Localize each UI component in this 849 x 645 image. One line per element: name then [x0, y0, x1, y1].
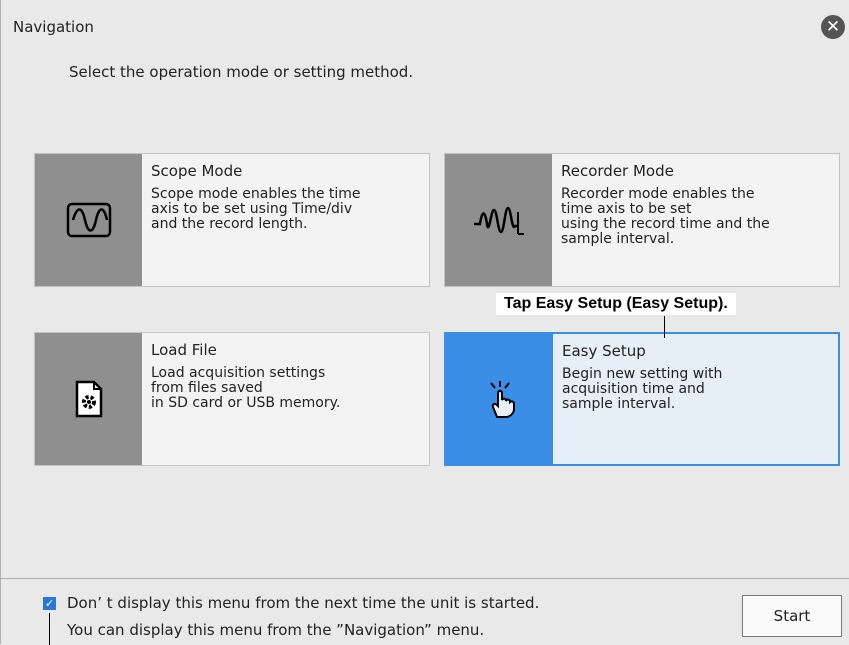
scope-mode-card[interactable]: Scope Mode Scope mode enables the time a…	[34, 153, 430, 287]
sine-wave-icon	[66, 202, 111, 238]
easy-setup-card[interactable]: Easy Setup Begin new setting with acquis…	[444, 332, 840, 466]
easy-setup-callout: Tap Easy Setup (Easy Setup).	[496, 293, 736, 315]
load-file-icon-panel	[35, 333, 142, 465]
easy-setup-title: Easy Setup	[562, 342, 646, 360]
settings-file-icon	[75, 380, 102, 418]
recorder-mode-icon-panel	[445, 154, 552, 286]
dont-display-checkbox[interactable]: ✓	[43, 597, 56, 610]
load-file-card[interactable]: Load File Load acquisition settings from…	[34, 332, 430, 466]
callout-leader-line	[664, 316, 665, 338]
scope-mode-description: Scope mode enables the time axis to be s…	[151, 186, 361, 232]
recorder-mode-title: Recorder Mode	[561, 162, 674, 180]
waveform-recorder-icon	[473, 206, 524, 235]
recorder-mode-description: Recorder mode enables the time axis to b…	[561, 186, 770, 247]
navigation-menu-hint: You can display this menu from the ”Navi…	[67, 621, 485, 639]
easy-setup-icon-panel	[446, 334, 553, 464]
easy-setup-description: Begin new setting with acquisition time …	[562, 366, 723, 412]
navigation-dialog: Navigation ✕ Select the operation mode o…	[0, 0, 849, 645]
recorder-mode-card[interactable]: Recorder Mode Recorder mode enables the …	[444, 153, 840, 287]
scope-mode-title: Scope Mode	[151, 162, 243, 180]
start-button[interactable]: Start	[742, 595, 842, 637]
checkbox-leader-line	[49, 613, 50, 645]
dialog-footer: ✓ Don’ t display this menu from the next…	[1, 578, 849, 645]
close-icon[interactable]: ✕	[821, 15, 845, 39]
scope-mode-icon-panel	[35, 154, 142, 286]
tap-hand-icon	[489, 381, 515, 418]
load-file-description: Load acquisition settings from files sav…	[151, 365, 341, 411]
load-file-title: Load File	[151, 341, 217, 359]
dialog-title: Navigation	[13, 18, 94, 36]
dialog-prompt: Select the operation mode or setting met…	[69, 63, 414, 81]
dont-display-label: Don’ t display this menu from the next t…	[67, 594, 540, 612]
